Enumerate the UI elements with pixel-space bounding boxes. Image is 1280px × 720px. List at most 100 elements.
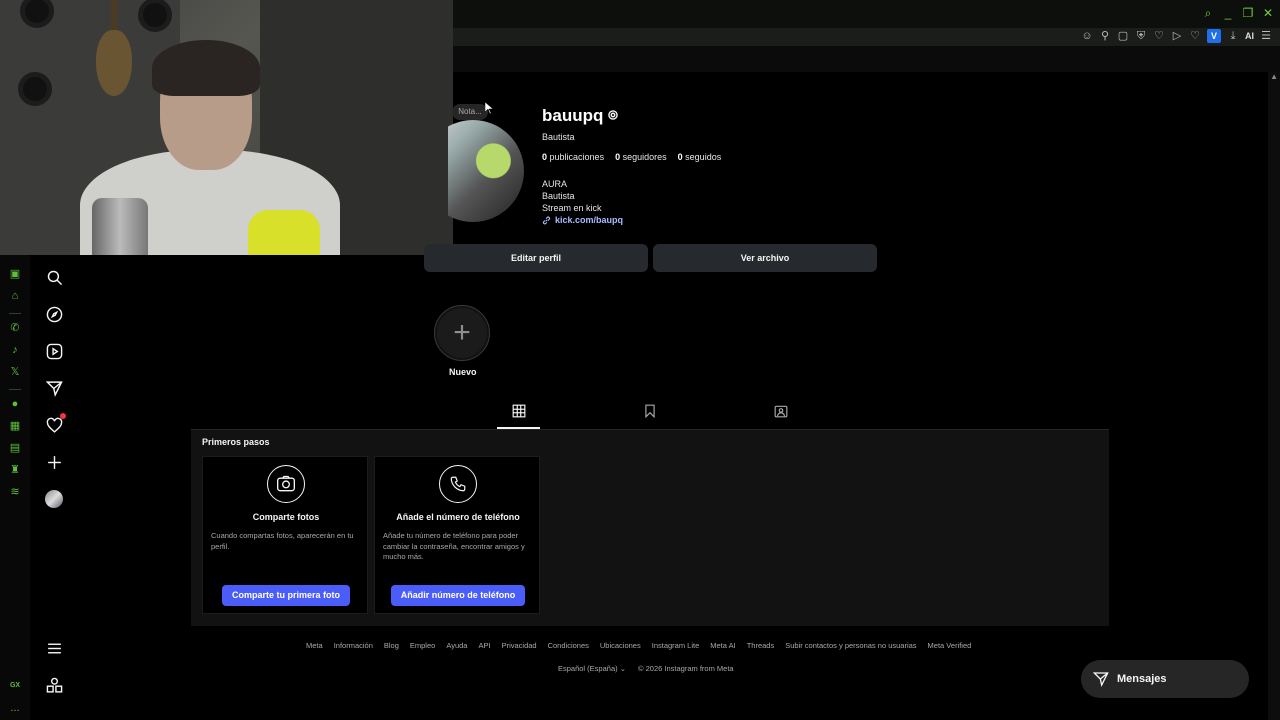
notification-dot — [60, 413, 66, 419]
more-apps-icon[interactable] — [44, 675, 64, 695]
messages-icon[interactable] — [44, 378, 64, 398]
active-tab-indicator — [497, 427, 540, 429]
card-description: Añade tu número de teléfono para poder c… — [383, 531, 525, 561]
shield-icon[interactable]: ⛨ — [1135, 29, 1147, 43]
opera-sidebar: ▣ ⌂ ✆ ♪ 𝕏 ● ▦ ▤ ♜ ≋ GX ... — [0, 255, 30, 720]
sidebar-divider — [9, 313, 21, 314]
share-first-photo-button[interactable]: Comparte tu primera foto — [222, 585, 350, 606]
following-stat[interactable]: 0 seguidos — [678, 152, 722, 162]
messages-button[interactable]: Mensajes — [1081, 660, 1249, 698]
tiktok-icon[interactable]: ♪ — [8, 343, 22, 357]
explore-icon[interactable] — [44, 304, 64, 324]
getting-started-title: Primeros pasos — [202, 437, 270, 447]
gx-corner-icon[interactable]: ⌂ — [8, 289, 22, 303]
reels-icon[interactable] — [44, 341, 64, 361]
gx-logo: GX — [9, 682, 21, 689]
create-icon[interactable] — [44, 452, 64, 472]
footer-link[interactable]: Blog — [384, 641, 399, 650]
footer-link[interactable]: Ayuda — [446, 641, 467, 650]
streamer-hair — [152, 40, 260, 96]
tab-tagged[interactable] — [759, 404, 803, 430]
spotify-icon[interactable]: ● — [8, 397, 22, 411]
card-title: Comparte fotos — [252, 512, 320, 522]
footer-link[interactable]: Información — [334, 641, 373, 650]
search-icon[interactable] — [44, 267, 64, 287]
edit-profile-button[interactable]: Editar perfil — [424, 244, 648, 272]
guitar-body — [96, 30, 132, 96]
footer-link[interactable]: Condiciones — [548, 641, 589, 650]
profile-avatar[interactable] — [44, 489, 64, 509]
footer-link[interactable]: Empleo — [410, 641, 435, 650]
tagged-icon — [774, 405, 788, 418]
webcam-overlay — [0, 0, 453, 255]
share-photos-card: Comparte fotos Cuando compartas fotos, a… — [202, 456, 368, 614]
view-archive-button[interactable]: Ver archivo — [653, 244, 877, 272]
extensions-icon[interactable]: ▦ — [8, 419, 22, 433]
footer-link[interactable]: Meta — [306, 641, 323, 650]
followers-stat[interactable]: 0 seguidores — [615, 152, 667, 162]
footer-link[interactable]: Threads — [747, 641, 775, 650]
footer-links: Meta Información Blog Empleo Ayuda API P… — [306, 641, 971, 650]
copyright: © 2026 Instagram from Meta — [638, 664, 734, 673]
snapshot-icon[interactable]: ▢ — [1117, 29, 1129, 43]
add-phone-button[interactable]: Añadir número de teléfono — [391, 585, 525, 606]
workspace-icon[interactable]: ▣ — [8, 267, 22, 281]
notifications-icon[interactable] — [44, 413, 66, 435]
history-icon[interactable]: ▤ — [8, 441, 22, 455]
profile-link[interactable]: kick.com/baupq — [542, 215, 623, 225]
profile-picture[interactable] — [448, 118, 524, 222]
maximize-icon[interactable]: ❐ — [1242, 6, 1254, 20]
add-phone-card: Añade el número de teléfono Añade tu núm… — [374, 456, 540, 614]
footer-link[interactable]: Ubicaciones — [600, 641, 641, 650]
footer-link[interactable]: Subir contactos y personas no usuarias — [785, 641, 916, 650]
x-twitter-icon[interactable]: 𝕏 — [8, 365, 22, 379]
chevron-down-icon: ⌄ — [619, 664, 627, 673]
bookmark-icon — [645, 404, 655, 418]
pin-icon[interactable]: ⚲ — [1099, 29, 1111, 43]
vpn-badge[interactable]: V — [1207, 29, 1221, 43]
close-icon[interactable]: ✕ — [1262, 6, 1274, 20]
language-select[interactable]: Español (España) ⌄ — [558, 664, 626, 673]
note-bubble[interactable]: Nota... — [452, 104, 488, 120]
grid-icon — [512, 404, 526, 418]
menu-icon[interactable]: ☰ — [1260, 29, 1272, 43]
trophy-icon[interactable]: ♜ — [8, 463, 22, 477]
profile-full-name: Bautista — [542, 132, 575, 142]
ai-button[interactable]: AI — [1245, 31, 1254, 41]
emoji-icon[interactable]: ☺ — [1081, 29, 1093, 43]
thermos — [92, 198, 148, 255]
sidebar-divider — [9, 389, 21, 390]
instagram-sidebar — [30, 255, 78, 720]
profile-stats: 0 publicaciones 0 seguidores 0 seguidos — [542, 152, 721, 162]
settings-gear-icon[interactable] — [606, 108, 620, 122]
yellow-bottle — [248, 210, 320, 255]
scrollbar[interactable] — [1268, 72, 1280, 720]
minimize-icon[interactable]: _ — [1222, 6, 1234, 20]
gx-control-icon[interactable]: ≋ — [8, 485, 22, 499]
phone-icon — [439, 465, 477, 503]
search-icon[interactable]: ⌕ — [1202, 6, 1214, 20]
play-icon[interactable]: ▷ — [1171, 29, 1183, 43]
messages-label: Mensajes — [1117, 673, 1167, 685]
footer-link[interactable]: Instagram Lite — [652, 641, 700, 650]
profile-bio: AURA Bautista Stream en kick — [542, 178, 602, 214]
hamburger-menu-icon[interactable] — [44, 638, 64, 658]
getting-started-panel: Primeros pasos Comparte fotos Cuando com… — [191, 430, 1109, 626]
new-highlight-button[interactable]: + — [434, 305, 490, 361]
heart-icon[interactable]: ♡ — [1153, 29, 1165, 43]
send-icon — [1093, 672, 1109, 687]
footer-link[interactable]: Meta AI — [710, 641, 735, 650]
more-icon[interactable]: ... — [8, 701, 22, 715]
footer-link[interactable]: Privacidad — [502, 641, 537, 650]
mouse-cursor — [485, 102, 493, 114]
tab-saved[interactable] — [628, 404, 672, 430]
footer-link[interactable]: Meta Verified — [928, 641, 972, 650]
card-description: Cuando compartas fotos, aparecerán en tu… — [211, 531, 354, 551]
card-title: Añade el número de teléfono — [396, 512, 520, 522]
download-icon[interactable]: ⤓ — [1227, 29, 1239, 43]
footer-link[interactable]: API — [478, 641, 490, 650]
whatsapp-icon[interactable]: ✆ — [8, 321, 22, 335]
favorite-icon[interactable]: ♡ — [1189, 29, 1201, 43]
scroll-up-icon[interactable]: ▲ — [1270, 72, 1278, 81]
profile-username: bauupq — [542, 106, 604, 125]
